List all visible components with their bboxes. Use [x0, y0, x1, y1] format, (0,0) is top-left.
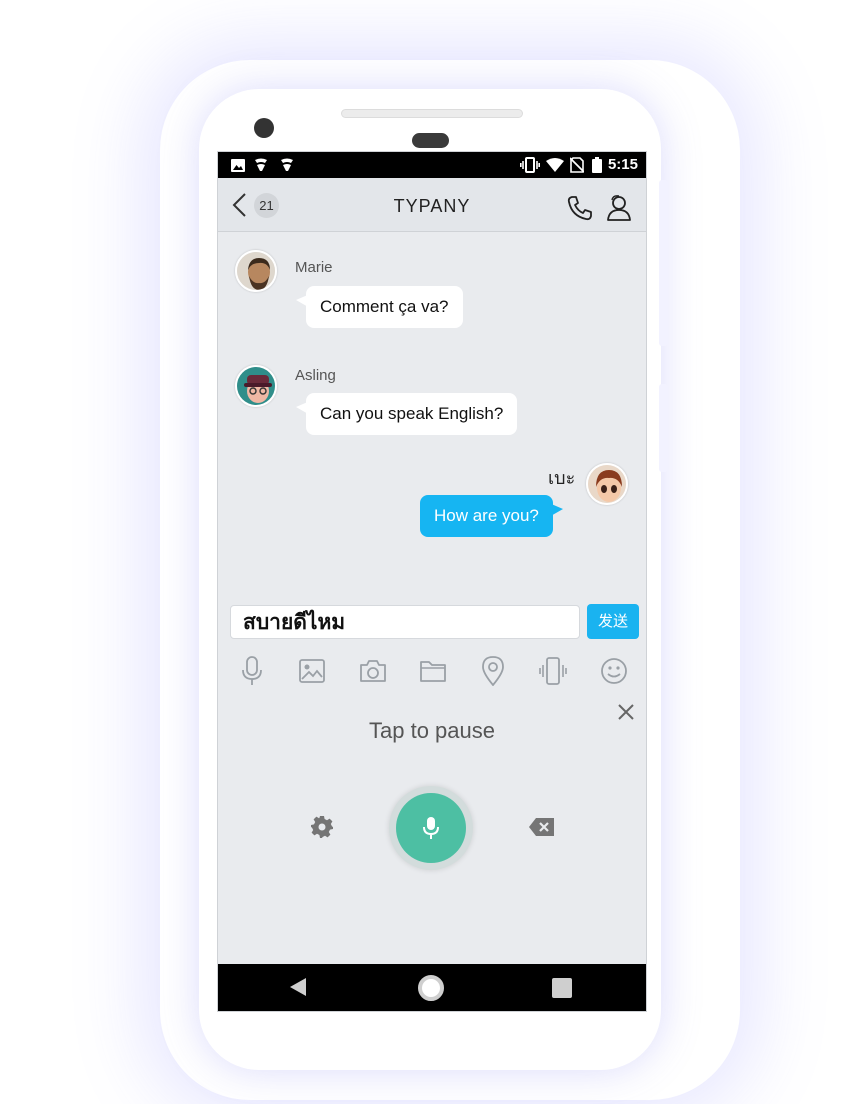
side-button-volume: [659, 180, 668, 346]
message-sender: Marie: [295, 259, 333, 276]
chat-header: TYPANY 21: [218, 178, 646, 232]
shield-notification-icon: [254, 157, 268, 173]
status-bar: 5:15: [218, 152, 646, 178]
backspace-icon[interactable]: [528, 816, 556, 838]
message-sender: เบะ: [548, 468, 576, 489]
status-time: 5:15: [607, 156, 638, 173]
contacts-icon[interactable]: [604, 194, 634, 222]
message-sender: Asling: [295, 367, 336, 384]
microphone-icon[interactable]: [235, 654, 269, 688]
folder-icon[interactable]: [416, 654, 450, 688]
image-notification-icon: [230, 157, 246, 173]
no-sim-icon: [569, 157, 585, 173]
image-icon[interactable]: [295, 654, 329, 688]
proximity-sensor: [412, 133, 449, 148]
send-button[interactable]: 发送: [587, 604, 639, 639]
mic-button[interactable]: [396, 793, 466, 863]
shield-notification-icon: [280, 157, 294, 173]
composer: 发送: [218, 599, 646, 643]
phone-screen: 5:15 TYPANY 21 Marie Comment ça va? Asli…: [217, 151, 647, 1012]
voice-status-text[interactable]: Tap to pause: [218, 718, 646, 744]
attachment-toolbar: [218, 650, 646, 692]
front-camera: [254, 118, 274, 138]
nav-home-icon[interactable]: [418, 975, 444, 1001]
earpiece-speaker: [341, 109, 523, 118]
battery-icon: [591, 157, 603, 173]
unread-count-badge: 21: [254, 193, 279, 218]
avatar[interactable]: [235, 250, 277, 292]
nav-back-icon[interactable]: [288, 977, 308, 997]
shake-icon[interactable]: [536, 654, 570, 688]
side-button-power: [659, 384, 668, 472]
emoji-icon[interactable]: [597, 654, 631, 688]
microphone-icon: [423, 817, 439, 839]
gear-icon[interactable]: [310, 815, 334, 839]
location-icon[interactable]: [476, 654, 510, 688]
camera-icon[interactable]: [356, 654, 390, 688]
avatar[interactable]: [586, 463, 628, 505]
android-nav-bar: [218, 964, 646, 1011]
message-bubble[interactable]: Can you speak English?: [306, 393, 518, 435]
avatar[interactable]: [235, 365, 277, 407]
nav-recents-icon[interactable]: [552, 978, 572, 998]
back-button[interactable]: [230, 192, 250, 218]
vibrate-icon: [520, 157, 540, 173]
phone-icon[interactable]: [566, 194, 594, 222]
message-input[interactable]: [230, 605, 580, 639]
wifi-icon: [545, 157, 565, 173]
message-bubble[interactable]: How are you?: [420, 495, 553, 537]
message-bubble[interactable]: Comment ça va?: [306, 286, 463, 328]
voice-input-panel: Tap to pause: [218, 694, 646, 964]
